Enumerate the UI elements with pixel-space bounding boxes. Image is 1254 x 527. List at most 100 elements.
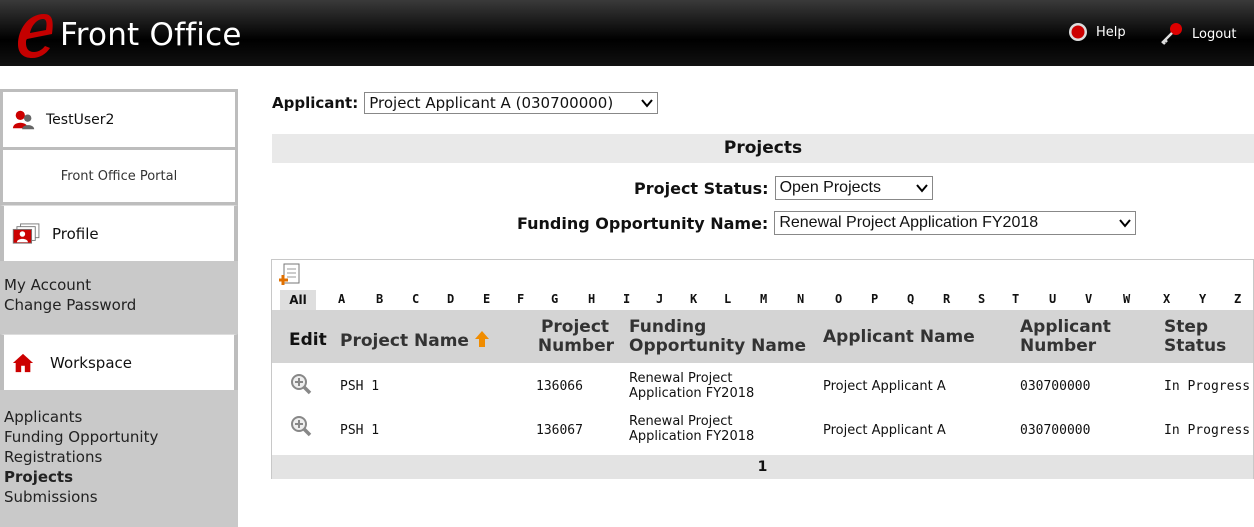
page-number[interactable]: 1 [758, 459, 768, 475]
sidebar-user-name: TestUser2 [46, 111, 115, 128]
profile-icon [12, 222, 40, 244]
sidebar-item-registrations[interactable]: Registrations [4, 447, 158, 467]
alpha-letter[interactable]: Y [1199, 292, 1206, 306]
zoom-edit-icon[interactable] [290, 373, 312, 395]
alpha-letter[interactable]: V [1085, 292, 1092, 306]
logout-label: Logout [1192, 26, 1237, 42]
col-project-name[interactable]: Project Name [340, 331, 489, 351]
col-applicant-number-line1: Applicant [1020, 317, 1111, 337]
col-applicant-number[interactable]: Applicant Number [1020, 318, 1111, 356]
funding-label: Funding Opportunity Name: [517, 213, 769, 233]
alpha-letter[interactable]: L [724, 292, 731, 306]
col-step-status[interactable]: Step Status [1164, 318, 1226, 356]
cell-applicant-number: 030700000 [1020, 379, 1091, 394]
help-button[interactable]: Help [1068, 22, 1126, 42]
alpha-letter[interactable]: K [690, 292, 697, 306]
alpha-letter[interactable]: H [588, 292, 595, 306]
cell-funding-line2: Application FY2018 [629, 386, 755, 401]
applicant-label: Applicant: [272, 94, 359, 112]
alpha-letter[interactable]: M [760, 292, 767, 306]
alpha-letter[interactable]: P [871, 292, 878, 306]
alpha-filter: All A B C D E F G H I J K L M N O P Q R … [272, 290, 1253, 310]
e-logo-icon [18, 14, 53, 58]
alpha-letter[interactable]: W [1123, 292, 1130, 306]
cell-project-name: PSH 1 [340, 423, 380, 438]
alpha-letter[interactable]: Q [907, 292, 914, 306]
alpha-letter[interactable]: O [835, 292, 842, 306]
funding-select[interactable]: Renewal Project Application FY2018 [774, 211, 1137, 235]
alpha-letter[interactable]: E [483, 292, 490, 306]
alpha-letter[interactable]: F [517, 292, 524, 306]
col-edit: Edit [289, 330, 327, 350]
sidebar-item-my-account[interactable]: My Account [4, 275, 136, 295]
chevron-down-icon [915, 184, 928, 193]
alpha-letter[interactable]: X [1163, 292, 1170, 306]
sidebar-profile-label: Profile [52, 224, 99, 243]
logo-text: Front Office [60, 17, 242, 53]
top-bar: Front Office Help Logout [0, 0, 1254, 66]
cell-funding-line1: Renewal Project [629, 371, 733, 386]
col-applicant-number-line2: Number [1020, 336, 1097, 356]
col-project-number[interactable]: Project Number [536, 318, 614, 356]
sidebar-item-applicants[interactable]: Applicants [4, 407, 158, 427]
alpha-letter[interactable]: Z [1234, 292, 1241, 306]
alpha-letter[interactable]: I [623, 292, 630, 306]
add-project-icon[interactable] [279, 263, 301, 287]
alpha-letter[interactable]: B [376, 292, 383, 306]
account-links: My Account Change Password [4, 275, 136, 315]
logout-button[interactable]: Logout [1158, 22, 1237, 46]
chevron-down-icon [641, 99, 654, 108]
cell-project-name: PSH 1 [340, 379, 380, 394]
sidebar-item-submissions[interactable]: Submissions [4, 487, 158, 507]
sidebar-item-projects[interactable]: Projects [4, 467, 158, 487]
alpha-letter[interactable]: S [978, 292, 985, 306]
sidebar-user: TestUser2 [0, 89, 238, 147]
sidebar-workspace-label: Workspace [50, 353, 132, 372]
col-funding-line2: Opportunity Name [629, 336, 807, 356]
logo: Front Office [14, 10, 242, 60]
alpha-letter[interactable]: T [1012, 292, 1019, 306]
alpha-letter[interactable]: J [656, 292, 663, 306]
key-icon [1161, 23, 1182, 45]
cell-funding: Renewal Project Application FY2018 [629, 414, 754, 444]
sidebar-item-change-password[interactable]: Change Password [4, 295, 136, 315]
applicant-select[interactable]: Project Applicant A (030700000) [364, 92, 659, 114]
status-row: Project Status: Open Projects [634, 176, 933, 200]
cell-applicant-name: Project Applicant A [823, 423, 946, 438]
col-project-name-label: Project Name [340, 331, 469, 351]
alpha-letter[interactable]: R [943, 292, 950, 306]
workspace-links: Applicants Funding Opportunity Registrat… [4, 407, 158, 507]
applicant-row: Applicant: Project Applicant A (03070000… [272, 92, 659, 114]
table-header: Edit Project Name Project Number Funding… [272, 310, 1253, 363]
alpha-all[interactable]: All [280, 290, 316, 310]
alpha-letter[interactable]: G [551, 292, 558, 306]
pager: 1 [272, 455, 1253, 479]
table-row: PSH 1 136066 Renewal Project Application… [272, 363, 1253, 409]
alpha-letter[interactable]: C [412, 292, 419, 306]
alpha-letter[interactable]: A [338, 292, 345, 306]
status-label: Project Status: [634, 178, 769, 198]
alpha-letter[interactable]: U [1049, 292, 1056, 306]
cell-project-number: 136066 [536, 379, 583, 394]
col-step-status-line2: Status [1164, 336, 1227, 356]
section-title: Projects [272, 134, 1254, 163]
alpha-letter[interactable]: D [447, 292, 454, 306]
zoom-edit-icon[interactable] [290, 415, 312, 437]
sidebar-profile-header[interactable]: Profile [0, 205, 238, 261]
cell-status: In Progress [1164, 423, 1251, 438]
sidebar-item-funding-opportunity[interactable]: Funding Opportunity [4, 427, 158, 447]
projects-grid: All A B C D E F G H I J K L M N O P Q R … [271, 259, 1254, 479]
status-select-value: Open Projects [779, 179, 881, 196]
status-select[interactable]: Open Projects [774, 176, 933, 200]
cell-funding-line1: Renewal Project [629, 414, 733, 429]
table-row: PSH 1 136067 Renewal Project Application… [272, 409, 1253, 455]
col-applicant-name[interactable]: Applicant Name [823, 328, 975, 347]
col-funding[interactable]: Funding Opportunity Name [629, 318, 806, 356]
sort-up-arrow-icon [474, 331, 489, 347]
sidebar-portal-link[interactable]: Front Office Portal [0, 147, 238, 205]
funding-select-value: Renewal Project Application FY2018 [779, 214, 1039, 231]
sidebar-workspace-header[interactable]: Workspace [0, 334, 238, 390]
col-step-status-line1: Step [1164, 317, 1209, 337]
alpha-letter[interactable]: N [797, 292, 804, 306]
col-project-number-line1: Project [540, 317, 610, 337]
